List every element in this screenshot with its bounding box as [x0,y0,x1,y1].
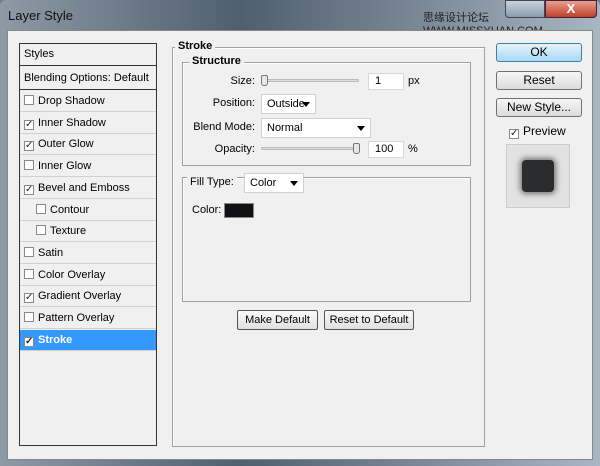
style-item-pattern-overlay[interactable]: Pattern Overlay [20,308,156,329]
style-item-label: Inner Glow [38,160,92,173]
blend-mode-label: Blend Mode: [193,121,255,133]
checkbox-icon[interactable] [36,225,46,236]
preview-checkbox[interactable]: ✓ Preview [509,124,566,139]
styles-header[interactable]: Styles [20,44,156,66]
fill-group: Fill Type: Color Color: [182,173,471,302]
blend-mode-select[interactable]: Normal [261,118,371,138]
checkbox-icon[interactable]: ✓ [24,184,34,195]
style-item-contour[interactable]: Contour [20,200,156,221]
opacity-label: Opacity: [214,143,255,155]
style-item-label: Bevel and Emboss [38,181,130,194]
style-item-satin[interactable]: Satin [20,243,156,264]
reset-button[interactable]: Reset [496,71,582,90]
preview-label: Preview [523,124,566,138]
color-swatch[interactable] [224,203,254,218]
chevron-down-icon [302,102,310,107]
position-value: Outside [267,98,305,110]
size-slider-thumb[interactable] [261,75,268,86]
window-title: Layer Style [8,8,74,23]
style-item-outer-glow[interactable]: ✓ Outer Glow [20,134,156,156]
style-item-label: Satin [38,246,64,259]
style-item-bevel-and-emboss[interactable]: ✓ Bevel and Emboss [20,178,156,199]
style-item-inner-shadow[interactable]: ✓ Inner Shadow [20,113,156,134]
new-style-button[interactable]: New Style... [496,98,582,117]
stroke-group: Stroke Structure Size: 1 px Position: Ou… [172,40,485,447]
style-item-label: Texture [50,225,87,238]
checkbox-icon: ✓ [509,128,519,139]
style-item-label: Stroke [38,333,73,346]
color-label: Color: [192,204,222,216]
chevron-down-icon [357,126,365,131]
position-select[interactable]: Outside [261,94,316,114]
stroke-title: Stroke [175,40,216,52]
style-item-label: Pattern Overlay [38,312,115,324]
size-slider[interactable] [261,79,359,82]
style-item-label: Inner Shadow [38,116,106,129]
opacity-slider-thumb[interactable] [353,143,360,154]
checkbox-icon[interactable]: ✓ [24,293,34,304]
style-item-color-overlay[interactable]: Color Overlay [20,265,156,286]
style-item-label: Drop Shadow [38,95,105,107]
fill-type-label: Fill Type: [187,176,237,188]
checkbox-icon[interactable]: ✓ [24,336,34,347]
opacity-unit: % [408,143,418,155]
blend-mode-value: Normal [267,122,303,134]
size-input[interactable]: 1 [368,73,404,90]
checkbox-icon[interactable]: ✓ [24,119,34,130]
checkbox-icon[interactable] [24,268,34,279]
style-item-label: Contour [50,203,90,216]
style-item-stroke[interactable]: ✓ Stroke [20,329,156,351]
position-label: Position: [212,97,255,109]
restore-button[interactable] [505,0,545,18]
opacity-slider[interactable] [261,147,359,150]
style-item-texture[interactable]: Texture [20,221,156,243]
checkbox-icon[interactable] [36,203,46,214]
style-item-label: Outer Glow [38,138,94,151]
checkbox-icon[interactable] [24,160,34,171]
close-button[interactable]: X [545,0,597,18]
style-item-label: Gradient Overlay [38,290,122,303]
structure-title: Structure [189,55,244,67]
checkbox-icon[interactable] [24,95,34,105]
preview-swatch [522,160,554,192]
checkbox-icon[interactable]: ✓ [24,141,34,152]
chevron-down-icon [290,181,298,186]
checkbox-icon[interactable] [24,246,34,257]
size-unit: px [408,75,420,87]
style-item-inner-glow[interactable]: Inner Glow [20,156,156,178]
preview-thumbnail [506,144,570,208]
style-item-label: Color Overlay [38,268,106,281]
fill-type-select[interactable]: Color [244,173,304,193]
checkbox-icon[interactable] [24,312,34,322]
structure-group: Structure Size: 1 px Position: Outside B… [182,55,471,166]
dialog-body: Styles Blending Options: Default Drop Sh… [7,30,593,460]
opacity-input[interactable]: 100 [368,141,404,158]
make-default-button[interactable]: Make Default [237,310,318,330]
reset-to-default-button[interactable]: Reset to Default [324,310,414,330]
fill-type-value: Color [250,177,277,189]
styles-list: Styles Blending Options: Default Drop Sh… [19,43,157,446]
style-item-drop-shadow[interactable]: Drop Shadow [20,91,156,112]
style-item-gradient-overlay[interactable]: ✓ Gradient Overlay [20,286,156,308]
size-label: Size: [230,75,255,87]
ok-button[interactable]: OK [496,43,582,62]
layer-style-window: Layer Style 思缘设计论坛 WWW.MISSYUAN.COM X St… [0,0,600,466]
blending-options[interactable]: Blending Options: Default [20,68,156,90]
